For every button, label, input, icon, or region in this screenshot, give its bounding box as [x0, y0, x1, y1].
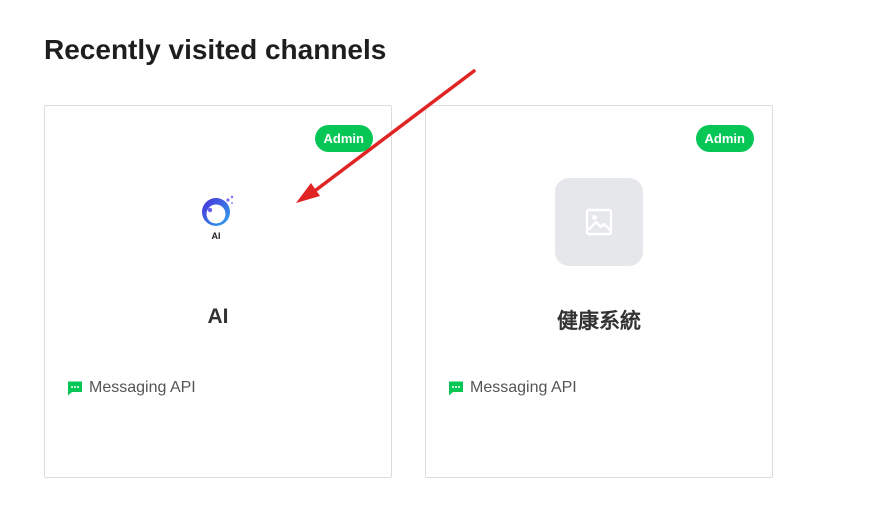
- admin-badge: Admin: [695, 125, 754, 152]
- image-icon: [585, 208, 613, 236]
- page: Recently visited channels Admin AI AI Me…: [0, 0, 888, 532]
- channel-card-health-system[interactable]: Admin 健康系統 Messaging API: [425, 105, 773, 478]
- channel-type: Messaging API: [67, 379, 196, 397]
- channel-type-label: Messaging API: [470, 379, 577, 396]
- ai-logo-icon: AI: [202, 195, 234, 241]
- section-title: Recently visited channels: [44, 34, 387, 65]
- chat-bubble-icon: [68, 381, 82, 396]
- channel-logo: [426, 178, 772, 266]
- channel-name: 健康系統: [557, 310, 641, 333]
- channel-logo: AI: [45, 194, 391, 250]
- channel-name: AI: [207, 305, 229, 328]
- ai-logo-text: AI: [212, 231, 221, 241]
- channel-type: Messaging API: [448, 379, 577, 397]
- chat-bubble-icon: [449, 381, 463, 396]
- channel-card-ai[interactable]: Admin AI AI Messaging API: [44, 105, 392, 478]
- admin-badge: Admin: [314, 125, 373, 152]
- channel-type-label: Messaging API: [89, 379, 196, 396]
- logo-placeholder: [555, 178, 643, 266]
